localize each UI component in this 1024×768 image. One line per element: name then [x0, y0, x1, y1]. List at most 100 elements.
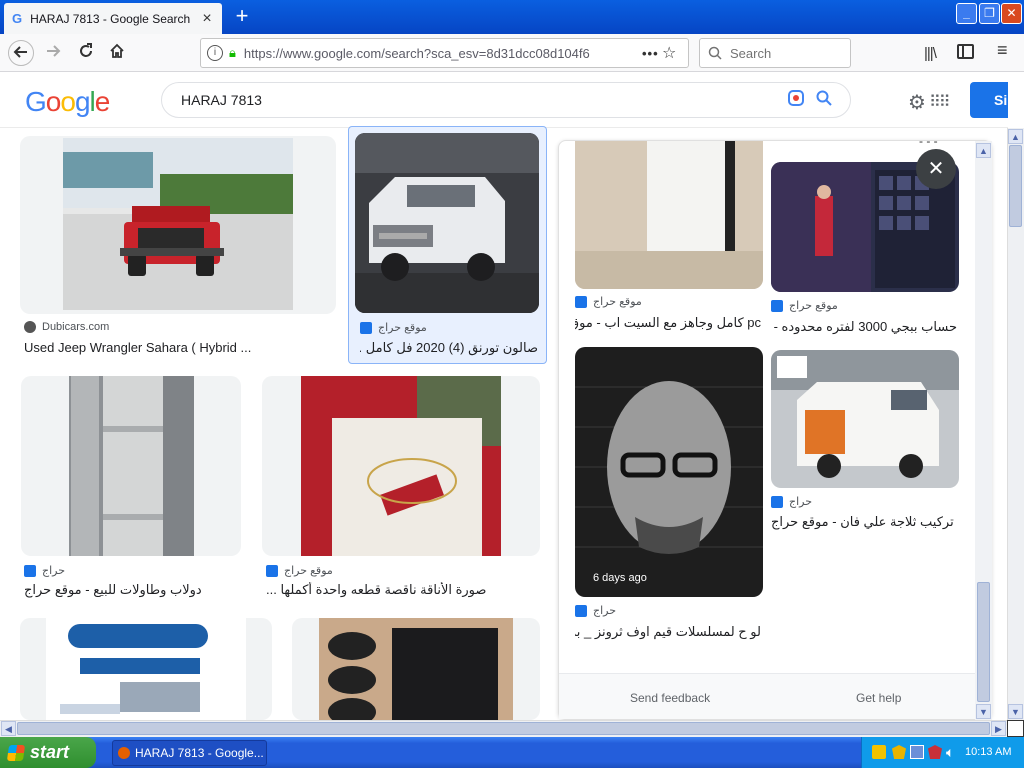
- back-button[interactable]: [8, 40, 34, 66]
- land-cruiser-thumbnail[interactable]: [355, 133, 539, 313]
- result-source[interactable]: حراج: [24, 564, 65, 577]
- taskbar-clock[interactable]: 10:13 AM: [965, 746, 1011, 758]
- volume-icon[interactable]: 🔈︎: [946, 744, 954, 761]
- result-source[interactable]: حراج: [575, 604, 616, 617]
- network-icon[interactable]: [910, 745, 924, 759]
- back-arrow-icon: [13, 46, 27, 58]
- taskbar-window-button[interactable]: HARAJ 7813 - Google...: [112, 740, 267, 766]
- result-source[interactable]: Dubicars.com: [24, 321, 109, 333]
- close-panel-button[interactable]: ✕: [916, 149, 956, 189]
- security-shield-icon[interactable]: [892, 745, 906, 759]
- page-scroll-down-icon[interactable]: ▼: [1008, 704, 1023, 719]
- home-button[interactable]: [104, 40, 130, 66]
- image-result[interactable]: موقع حراج صورة الأناقة ناقصة قطعه واحدة …: [262, 376, 540, 601]
- jeep-thumbnail[interactable]: [20, 136, 336, 314]
- result-caption[interactable]: pc كامل وجاهز مع السيت اب - موق...: [575, 315, 761, 331]
- sidebar-icon[interactable]: [957, 44, 974, 59]
- close-tab-icon[interactable]: ×: [200, 10, 214, 28]
- haraj-favicon-icon: [360, 321, 372, 334]
- google-apps-icon[interactable]: ⠿⠿: [929, 92, 950, 112]
- result-caption[interactable]: Used Jeep Wrangler Sahara ( Hybrid ...: [24, 340, 324, 355]
- search-placeholder: Search: [730, 45, 772, 61]
- site-favicon-icon: [24, 321, 36, 333]
- minimize-window-button[interactable]: _: [956, 3, 977, 24]
- result-source[interactable]: موقع حراج: [360, 321, 427, 334]
- haraj-favicon-icon: [266, 564, 278, 577]
- forward-button[interactable]: [40, 40, 66, 66]
- site-info-icon[interactable]: i: [207, 45, 223, 61]
- image-result[interactable]: حراج دولاب وطاولات للبيع - موقع حراج: [21, 376, 241, 601]
- haraj-favicon-icon: [771, 299, 783, 312]
- sign-in-button[interactable]: Si: [970, 82, 1008, 118]
- navigation-toolbar: i 🔒︎ https://www.google.com/search?sca_e…: [0, 34, 1024, 72]
- image-result[interactable]: [20, 618, 272, 720]
- image-preview-panel: ‑ ‑ ‑ موقع حراج pc كامل وجاهز مع السيت ا…: [558, 140, 992, 720]
- home-icon: [110, 43, 124, 58]
- image-result-selected[interactable]: موقع حراج صالون تورنق (4) 2020 فل كامل .…: [355, 133, 541, 358]
- new-tab-button[interactable]: +: [230, 5, 254, 27]
- result-source[interactable]: موقع حراج: [771, 299, 838, 312]
- tray-app-icon[interactable]: [872, 745, 886, 759]
- pc-thumbnail[interactable]: [575, 141, 763, 289]
- result-caption[interactable]: لو ح لمسلسلات قيم اوف ثرونز _ بر...: [575, 624, 761, 640]
- url-text[interactable]: https://www.google.com/search?sca_esv=8d…: [244, 46, 642, 61]
- haraj-favicon-icon: [771, 495, 783, 508]
- reload-button[interactable]: [73, 40, 99, 66]
- page-vertical-scrollbar-thumb[interactable]: [1009, 145, 1022, 227]
- maximize-window-button[interactable]: ❐: [979, 3, 1000, 24]
- menu-icon[interactable]: ≡: [997, 40, 1008, 61]
- panel-scroll-down-icon[interactable]: ▼: [976, 704, 991, 719]
- alert-shield-icon[interactable]: [928, 745, 942, 759]
- search-submit-icon[interactable]: [810, 90, 838, 111]
- browser-tab[interactable]: G HARAJ 7813 - Google Search ×: [4, 3, 222, 34]
- water-filter-ad-thumbnail[interactable]: [20, 618, 272, 720]
- portrait-artwork-thumbnail[interactable]: [575, 347, 763, 597]
- result-caption[interactable]: تركيب ثلاجة علي فان - موقع حراج: [771, 514, 957, 530]
- haraj-favicon-icon: [575, 295, 587, 308]
- van-thumbnail[interactable]: [771, 350, 959, 488]
- image-result[interactable]: [292, 618, 540, 720]
- library-icon[interactable]: |||\: [924, 45, 937, 62]
- page-scroll-up-icon[interactable]: ▲: [1008, 129, 1023, 144]
- bookmark-star-icon[interactable]: ☆: [662, 43, 682, 63]
- reload-icon: [80, 43, 92, 57]
- bracelet-thumbnail[interactable]: [262, 376, 540, 556]
- firefox-icon: [118, 747, 130, 759]
- get-help-link[interactable]: Get help: [856, 691, 901, 705]
- page-scroll-left-icon[interactable]: ◀: [1, 721, 16, 736]
- related-image-item[interactable]: حراج تركيب ثلاجة علي فان - موقع حراج: [771, 350, 959, 536]
- image-result[interactable]: Dubicars.com Used Jeep Wrangler Sahara (…: [20, 136, 336, 361]
- result-caption[interactable]: دولاب وطاولات للبيع - موقع حراج: [24, 582, 239, 598]
- ps3-thumbnail[interactable]: [292, 618, 540, 720]
- browser-search-box[interactable]: Search: [699, 38, 851, 68]
- related-image-item[interactable]: 6 days ago حراج لو ح لمسلسلات قيم اوف ثر…: [575, 347, 763, 643]
- panel-scroll-up-icon[interactable]: ▲: [976, 143, 991, 158]
- settings-gear-icon[interactable]: ⚙: [908, 90, 926, 115]
- result-caption[interactable]: صالون تورنق (4) 2020 فل كامل ...: [360, 340, 538, 356]
- send-feedback-link[interactable]: Send feedback: [630, 691, 710, 705]
- page-scroll-right-icon[interactable]: ▶: [991, 721, 1006, 736]
- page-horizontal-scrollbar-thumb[interactable]: [17, 722, 990, 735]
- result-caption[interactable]: حساب ببجي 3000 لفتره محدوده - ...: [771, 319, 957, 335]
- panel-scrollbar-thumb[interactable]: [977, 582, 990, 702]
- google-search-input[interactable]: HARAJ 7813: [161, 82, 851, 118]
- tab-title: HARAJ 7813 - Google Search: [30, 11, 191, 26]
- haraj-favicon-icon: [24, 564, 36, 577]
- close-window-button[interactable]: ✕: [1001, 3, 1022, 24]
- windows-logo-icon: [6, 745, 26, 761]
- date-badge: 6 days ago: [593, 572, 647, 584]
- search-query[interactable]: HARAJ 7813: [181, 92, 782, 108]
- address-bar[interactable]: i 🔒︎ https://www.google.com/search?sca_e…: [200, 38, 689, 68]
- result-source[interactable]: موقع حراج: [575, 295, 642, 308]
- result-source[interactable]: موقع حراج: [266, 564, 333, 577]
- google-logo[interactable]: Google: [25, 86, 110, 118]
- related-image-item[interactable]: موقع حراج pc كامل وجاهز مع السيت اب - مو…: [575, 141, 763, 333]
- google-lens-icon[interactable]: [782, 89, 810, 112]
- wardrobe-thumbnail[interactable]: [21, 376, 241, 556]
- search-icon: [708, 46, 722, 60]
- google-favicon-icon: G: [12, 11, 23, 26]
- page-actions-icon[interactable]: •••: [642, 46, 662, 61]
- panel-overflow-text: ‑ ‑ ‑: [919, 140, 938, 148]
- result-source[interactable]: حراج: [771, 495, 812, 508]
- result-caption[interactable]: صورة الأناقة ناقصة قطعه واحدة أكملها ...: [266, 582, 526, 598]
